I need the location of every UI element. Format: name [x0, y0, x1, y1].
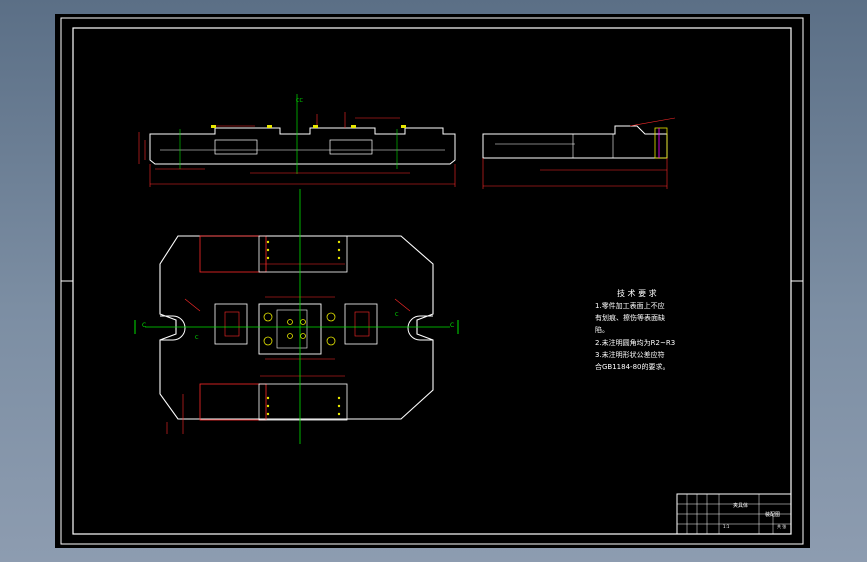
- technical-requirements: 技 术 要 求 1.零件加工表面上不应 有划痕、擦伤等表面缺 陷。 2.未注明圆…: [595, 288, 675, 371]
- front-pocket-right: [329, 139, 373, 155]
- side-view-outline: [482, 125, 668, 159]
- section-letter-left: C: [142, 322, 146, 329]
- tech-req-line-2: 有划痕、擦伤等表面缺: [595, 313, 665, 322]
- title-block: 夹具体 装配图 1:1 共 张: [676, 493, 792, 535]
- title-drawing-no: 装配图: [765, 511, 780, 518]
- center-fixture: [258, 303, 322, 355]
- bottom-left-block: [199, 383, 267, 421]
- left-clamp: [214, 303, 248, 345]
- side-view: [482, 117, 676, 189]
- tech-req-line-6: 合GB1184-80的要求。: [595, 362, 669, 371]
- front-view-outline: [149, 127, 456, 165]
- bottom-right-block: [258, 383, 348, 421]
- plan-view: C C C C: [134, 189, 459, 444]
- section-letter-right: C: [450, 322, 454, 329]
- bolt-holes: [263, 312, 336, 346]
- block-markers: [266, 240, 341, 416]
- inner-frame: [72, 27, 792, 535]
- outer-frame: [60, 17, 804, 545]
- plan-dimensions: [166, 263, 411, 434]
- side-end-block: [654, 127, 668, 159]
- section-letter-left-inner: C: [195, 335, 199, 341]
- side-slot: [572, 133, 614, 159]
- cad-drawing-viewport[interactable]: CC C C C C 技 术 要 求 1.零件加工表面上不应 有划痕、擦伤等表面…: [55, 14, 810, 548]
- left-clamp-slot: [224, 311, 240, 337]
- tech-req-line-5: 3.未注明形状公差应符: [595, 350, 665, 359]
- title-part-name: 夹具体: [733, 502, 748, 509]
- drawing-sheet: CC C C C C 技 术 要 求 1.零件加工表面上不应 有划痕、擦伤等表面…: [60, 17, 804, 545]
- center-fixture-inner: [276, 309, 308, 349]
- side-dimensions: [482, 117, 676, 189]
- front-view: CC: [138, 94, 456, 187]
- tech-req-title: 技 术 要 求: [617, 288, 657, 298]
- top-right-block: [258, 235, 348, 273]
- top-left-block: [199, 235, 267, 273]
- right-clamp: [344, 303, 378, 345]
- title-sheet: 共 张: [777, 523, 786, 529]
- plate-outline: [159, 235, 434, 420]
- tech-req-line-4: 2.未注明圆角均为R2~R3: [595, 338, 675, 347]
- front-pocket-left: [214, 139, 258, 155]
- tech-req-line-3: 陷。: [595, 325, 609, 334]
- left-u-notch: [160, 315, 186, 341]
- title-scale: 1:1: [723, 524, 730, 529]
- tech-req-line-1: 1.零件加工表面上不应: [595, 301, 665, 310]
- right-u-notch: [407, 315, 433, 341]
- section-letter-right-inner: C: [395, 312, 399, 318]
- right-clamp-slot: [354, 311, 370, 337]
